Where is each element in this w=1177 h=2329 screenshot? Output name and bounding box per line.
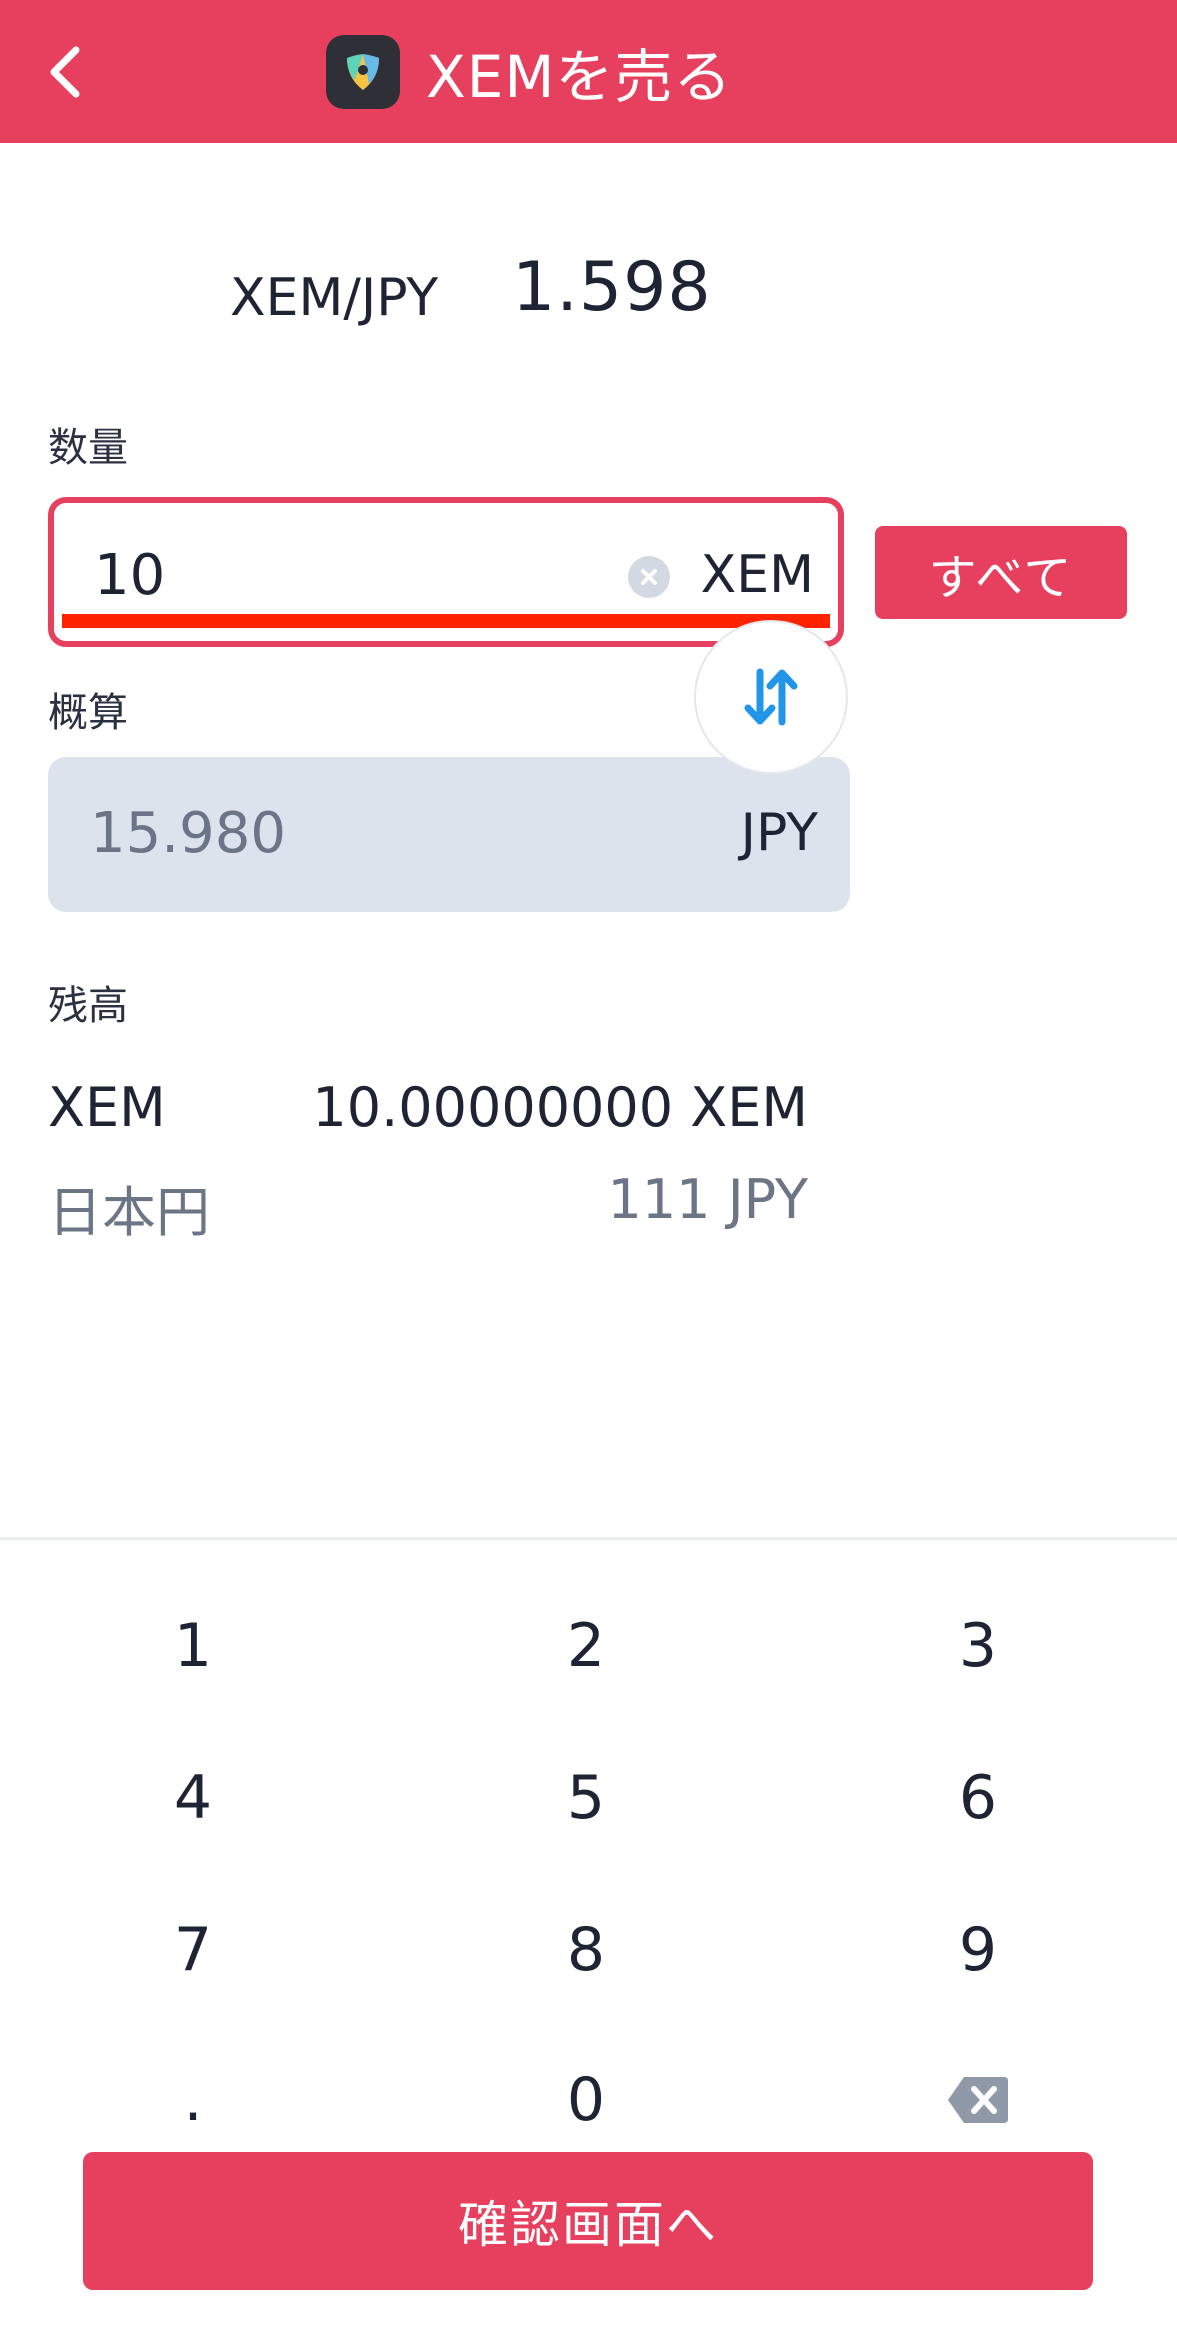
balance-name: XEM xyxy=(48,1076,166,1139)
back-button[interactable] xyxy=(34,36,98,108)
backspace-button[interactable] xyxy=(798,2040,1158,2160)
swap-arrows-icon xyxy=(744,668,798,726)
keypad-key[interactable]: 2 xyxy=(406,1586,766,1706)
keypad-key[interactable]: 5 xyxy=(406,1738,766,1858)
estimate-value: 15.980 xyxy=(90,801,286,866)
balance-label: 残高 xyxy=(48,983,128,1029)
keypad-key[interactable]: 6 xyxy=(798,1738,1158,1858)
quantity-unit: XEM xyxy=(700,545,814,605)
currency-pair: XEM/JPY xyxy=(230,268,439,328)
divider xyxy=(0,1537,1177,1540)
keypad-key[interactable]: 7 xyxy=(13,1890,373,2010)
swap-button[interactable] xyxy=(694,620,848,774)
page-title: XEMを売る xyxy=(426,43,733,111)
balance-amount: 111 JPY xyxy=(607,1168,808,1231)
keypad-key[interactable]: 3 xyxy=(798,1586,1158,1706)
confirm-button[interactable]: 確認画面へ xyxy=(83,2152,1093,2290)
estimate-unit: JPY xyxy=(740,803,818,863)
clear-icon[interactable] xyxy=(628,556,670,598)
keypad-key[interactable]: 9 xyxy=(798,1890,1158,2010)
balance-row: 日本円 111 JPY xyxy=(48,1168,808,1244)
all-button[interactable]: すべて xyxy=(875,526,1127,619)
keypad-key[interactable]: 8 xyxy=(406,1890,766,2010)
backspace-icon xyxy=(948,2077,1008,2123)
chevron-left-icon xyxy=(50,46,80,98)
nem-logo-icon xyxy=(326,35,400,109)
balance-row: XEM 10.00000000 XEM xyxy=(48,1076,808,1146)
quantity-field[interactable]: 10 XEM xyxy=(48,497,844,647)
balance-name: 日本円 xyxy=(48,1181,210,1244)
keypad-key[interactable]: 0 xyxy=(406,2040,766,2160)
title-group: XEMを売る xyxy=(326,34,732,111)
balance-amount: 10.00000000 XEM xyxy=(312,1076,808,1139)
input-underline xyxy=(62,614,830,628)
keypad-key[interactable]: 4 xyxy=(13,1738,373,1858)
estimate-field: 15.980 JPY xyxy=(48,757,850,912)
estimate-label: 概算 xyxy=(48,690,128,736)
app-header: XEMを売る xyxy=(0,0,1177,143)
quantity-input[interactable]: 10 xyxy=(94,543,165,608)
keypad-key[interactable]: 1 xyxy=(13,1586,373,1706)
keypad-key-decimal[interactable]: . xyxy=(13,2040,373,2160)
quantity-label: 数量 xyxy=(48,425,128,471)
exchange-rate: 1.598 xyxy=(512,248,712,327)
